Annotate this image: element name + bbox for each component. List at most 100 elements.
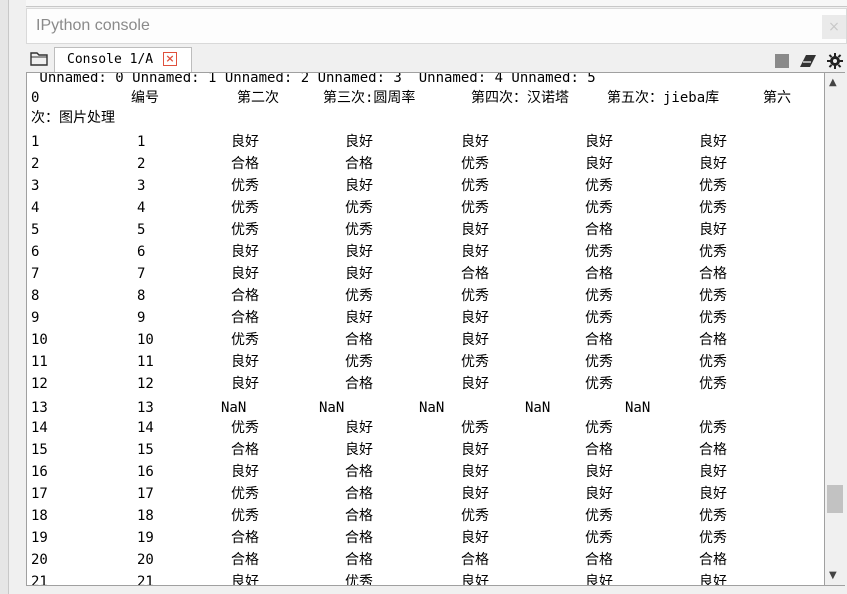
table-cell: 优秀 — [345, 574, 373, 586]
table-cell: 15 — [137, 442, 154, 458]
table-cell: 优秀 — [585, 508, 613, 524]
table-cell: 良好 — [585, 156, 613, 172]
table-cell: 17 — [137, 486, 154, 502]
stop-icon[interactable] — [775, 54, 789, 68]
table-cell: 18 — [137, 508, 154, 524]
table-cell: 良好 — [585, 134, 613, 150]
header-cell-5: 第五次：jieba库 — [607, 90, 720, 106]
table-cell: 优秀 — [699, 310, 727, 326]
tab-close-icon[interactable]: × — [163, 52, 177, 66]
table-cell: 良好 — [345, 442, 373, 458]
row-index: 2 — [31, 156, 40, 172]
table-cell: 2 — [137, 156, 146, 172]
row-index: 3 — [31, 178, 40, 194]
table-cell: 合格 — [699, 266, 727, 282]
table-cell: 良好 — [461, 574, 489, 586]
tab-console-1a[interactable]: Console 1/A × — [54, 47, 192, 72]
table-cell: 合格 — [345, 508, 373, 524]
table-cell: 合格 — [345, 552, 373, 568]
table-cell: NaN — [221, 400, 247, 416]
table-cell: 合格 — [585, 332, 613, 348]
table-cell: 优秀 — [699, 354, 727, 370]
table-cell: 良好 — [461, 376, 489, 392]
table-cell: 优秀 — [461, 420, 489, 436]
table-cell: 合格 — [231, 288, 259, 304]
table-cell: 合格 — [585, 266, 613, 282]
table-cell: 优秀 — [585, 354, 613, 370]
table-cell: 优秀 — [585, 376, 613, 392]
pane-title-bar: IPython console × — [26, 8, 847, 44]
row-index: 11 — [31, 354, 48, 370]
table-cell: 优秀 — [231, 222, 259, 238]
table-cell: 良好 — [231, 376, 259, 392]
header-cell-0: 0 — [31, 90, 40, 106]
table-cell: 合格 — [345, 530, 373, 546]
table-cell: 良好 — [461, 332, 489, 348]
table-cell: 良好 — [345, 134, 373, 150]
table-cell: 良好 — [585, 464, 613, 480]
table-cell: 优秀 — [231, 200, 259, 216]
table-cell: 优秀 — [699, 288, 727, 304]
table-cell: 合格 — [345, 464, 373, 480]
table-cell: 良好 — [345, 310, 373, 326]
folder-icon[interactable] — [30, 51, 48, 66]
table-cell: 优秀 — [345, 354, 373, 370]
table-cell: 10 — [137, 332, 154, 348]
table-cell: 合格 — [231, 442, 259, 458]
table-cell: 优秀 — [585, 310, 613, 326]
scroll-thumb[interactable] — [827, 485, 843, 513]
table-cell: 13 — [137, 400, 154, 416]
table-cell: 良好 — [231, 464, 259, 480]
table-cell: 优秀 — [699, 420, 727, 436]
scroll-up-icon[interactable]: ▲ — [829, 77, 837, 88]
table-cell: 合格 — [461, 552, 489, 568]
table-cell: 优秀 — [231, 332, 259, 348]
table-cell: 合格 — [231, 530, 259, 546]
gear-icon[interactable] — [827, 53, 843, 69]
table-cell: 优秀 — [231, 486, 259, 502]
table-cell: 1 — [137, 134, 146, 150]
pane-close-button[interactable]: × — [822, 15, 846, 39]
console-output[interactable]: Unnamed: 0 Unnamed: 1 Unnamed: 2 Unnamed… — [26, 72, 825, 586]
table-cell: 优秀 — [585, 244, 613, 260]
header-cell-3: 第三次:圆周率 — [323, 90, 416, 106]
header-row-wrap: 次：图片处理 — [31, 110, 115, 126]
table-cell: 优秀 — [585, 200, 613, 216]
table-cell: 优秀 — [231, 508, 259, 524]
row-index: 9 — [31, 310, 40, 326]
table-cell: 优秀 — [699, 244, 727, 260]
table-cell: 优秀 — [345, 222, 373, 238]
table-cell: 3 — [137, 178, 146, 194]
table-cell: 良好 — [345, 244, 373, 260]
table-cell: 良好 — [461, 222, 489, 238]
table-cell: 优秀 — [231, 178, 259, 194]
row-index: 10 — [31, 332, 48, 348]
vertical-scrollbar[interactable]: ▲ ▼ — [825, 72, 845, 586]
row-index: 17 — [31, 486, 48, 502]
row-index: 20 — [31, 552, 48, 568]
row-index: 6 — [31, 244, 40, 260]
table-cell: 6 — [137, 244, 146, 260]
table-cell: 良好 — [699, 222, 727, 238]
table-cell: 5 — [137, 222, 146, 238]
scroll-down-icon[interactable]: ▼ — [829, 570, 837, 581]
table-cell: 12 — [137, 376, 154, 392]
table-cell: 良好 — [461, 486, 489, 502]
table-cell: 9 — [137, 310, 146, 326]
row-index: 13 — [31, 400, 48, 416]
table-cell: 合格 — [699, 442, 727, 458]
table-cell: 合格 — [345, 376, 373, 392]
table-cell: 优秀 — [461, 354, 489, 370]
table-cell: 良好 — [585, 486, 613, 502]
console-toolbar — [775, 52, 843, 70]
table-cell: 合格 — [231, 310, 259, 326]
table-cell: 优秀 — [461, 178, 489, 194]
header-cell-2: 第二次 — [237, 90, 279, 106]
table-cell: 优秀 — [699, 178, 727, 194]
table-cell: 良好 — [345, 266, 373, 282]
table-cell: 合格 — [345, 486, 373, 502]
table-cell: 优秀 — [585, 178, 613, 194]
table-cell: 优秀 — [461, 288, 489, 304]
table-cell: 良好 — [231, 354, 259, 370]
eraser-icon[interactable] — [799, 54, 817, 68]
